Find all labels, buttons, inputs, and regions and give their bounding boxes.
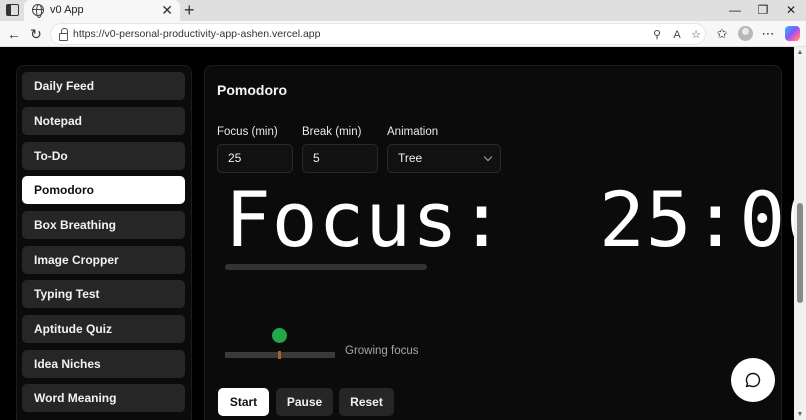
animation-label: Animation bbox=[387, 126, 439, 138]
chevron-down-icon bbox=[483, 152, 493, 162]
new-tab-button[interactable]: + bbox=[184, 0, 195, 21]
lock-icon bbox=[59, 28, 68, 41]
animation-select-value: Tree bbox=[398, 151, 423, 165]
focus-minutes-input[interactable]: 25 bbox=[217, 144, 293, 173]
restore-button[interactable]: ❐ bbox=[748, 0, 778, 21]
scrollbar-thumb[interactable] bbox=[797, 203, 803, 303]
sidebar-item-word-meaning[interactable]: Word Meaning bbox=[22, 384, 185, 412]
scroll-up-icon[interactable]: ▲ bbox=[796, 49, 804, 56]
read-aloud-icon[interactable]: A bbox=[669, 27, 685, 43]
page-title: Pomodoro bbox=[217, 82, 287, 98]
url-field[interactable]: https://v0-personal-productivity-app-ash… bbox=[50, 23, 706, 45]
timer-display: Focus: 25:00 bbox=[225, 175, 806, 264]
zoom-icon[interactable]: ⚲ bbox=[649, 27, 665, 43]
tab-actions-icon[interactable] bbox=[6, 4, 19, 16]
back-icon[interactable]: ← bbox=[4, 24, 24, 44]
animation-caption: Growing focus bbox=[345, 345, 419, 357]
chat-button[interactable] bbox=[731, 358, 775, 402]
chat-bubble-icon bbox=[745, 372, 761, 388]
break-minutes-input[interactable]: 5 bbox=[302, 144, 378, 173]
session-progress-bar bbox=[225, 264, 427, 270]
browser-tab-strip: v0 App ✕ + — ❐ ✕ bbox=[0, 0, 806, 21]
minimize-button[interactable]: — bbox=[720, 0, 750, 21]
url-text[interactable]: https://v0-personal-productivity-app-ash… bbox=[73, 28, 320, 40]
pomodoro-panel: Pomodoro Focus (min) 25 Break (min) 5 An… bbox=[204, 65, 806, 420]
tree-trunk bbox=[278, 351, 281, 359]
sidebar-item-typing-test[interactable]: Typing Test bbox=[22, 280, 185, 308]
animation-select[interactable]: Tree bbox=[387, 144, 501, 173]
globe-icon bbox=[32, 4, 44, 18]
reset-button[interactable]: Reset bbox=[339, 388, 394, 416]
page-scrollbar[interactable]: ▲ ▼ bbox=[794, 47, 806, 420]
scroll-down-icon[interactable]: ▼ bbox=[796, 411, 804, 418]
sidebar: Daily Feed Notepad To-Do Pomodoro Box Br… bbox=[16, 65, 192, 420]
address-bar-row: ← ↻ https://v0-personal-productivity-app… bbox=[0, 21, 806, 47]
break-label: Break (min) bbox=[302, 126, 362, 138]
favorite-star-icon[interactable]: ☆ bbox=[688, 27, 704, 43]
pause-button[interactable]: Pause bbox=[276, 388, 333, 416]
sidebar-item-idea-niches[interactable]: Idea Niches bbox=[22, 350, 185, 378]
start-button[interactable]: Start bbox=[218, 388, 269, 416]
sidebar-item-box-breathing[interactable]: Box Breathing bbox=[22, 211, 185, 239]
window-close-button[interactable]: ✕ bbox=[776, 0, 806, 21]
favorites-icon[interactable]: ✩ bbox=[712, 24, 732, 44]
browser-tab[interactable]: v0 App ✕ bbox=[24, 0, 180, 21]
sidebar-item-notepad[interactable]: Notepad bbox=[22, 107, 185, 135]
focus-label: Focus (min) bbox=[217, 126, 278, 138]
copilot-icon[interactable] bbox=[785, 26, 800, 41]
profile-avatar[interactable] bbox=[738, 26, 753, 41]
tab-close-icon[interactable]: ✕ bbox=[161, 2, 173, 18]
sidebar-item-daily-feed[interactable]: Daily Feed bbox=[22, 72, 185, 100]
sidebar-item-pomodoro[interactable]: Pomodoro bbox=[22, 176, 185, 204]
sidebar-item-todo[interactable]: To-Do bbox=[22, 142, 185, 170]
tab-title: v0 App bbox=[50, 4, 84, 16]
refresh-icon[interactable]: ↻ bbox=[26, 24, 46, 44]
sidebar-item-aptitude-quiz[interactable]: Aptitude Quiz bbox=[22, 315, 185, 343]
more-menu-icon[interactable]: ⋯ bbox=[758, 24, 778, 44]
tree-sprout-icon bbox=[272, 328, 287, 343]
app-page: Daily Feed Notepad To-Do Pomodoro Box Br… bbox=[0, 47, 806, 420]
sidebar-item-image-cropper[interactable]: Image Cropper bbox=[22, 246, 185, 274]
